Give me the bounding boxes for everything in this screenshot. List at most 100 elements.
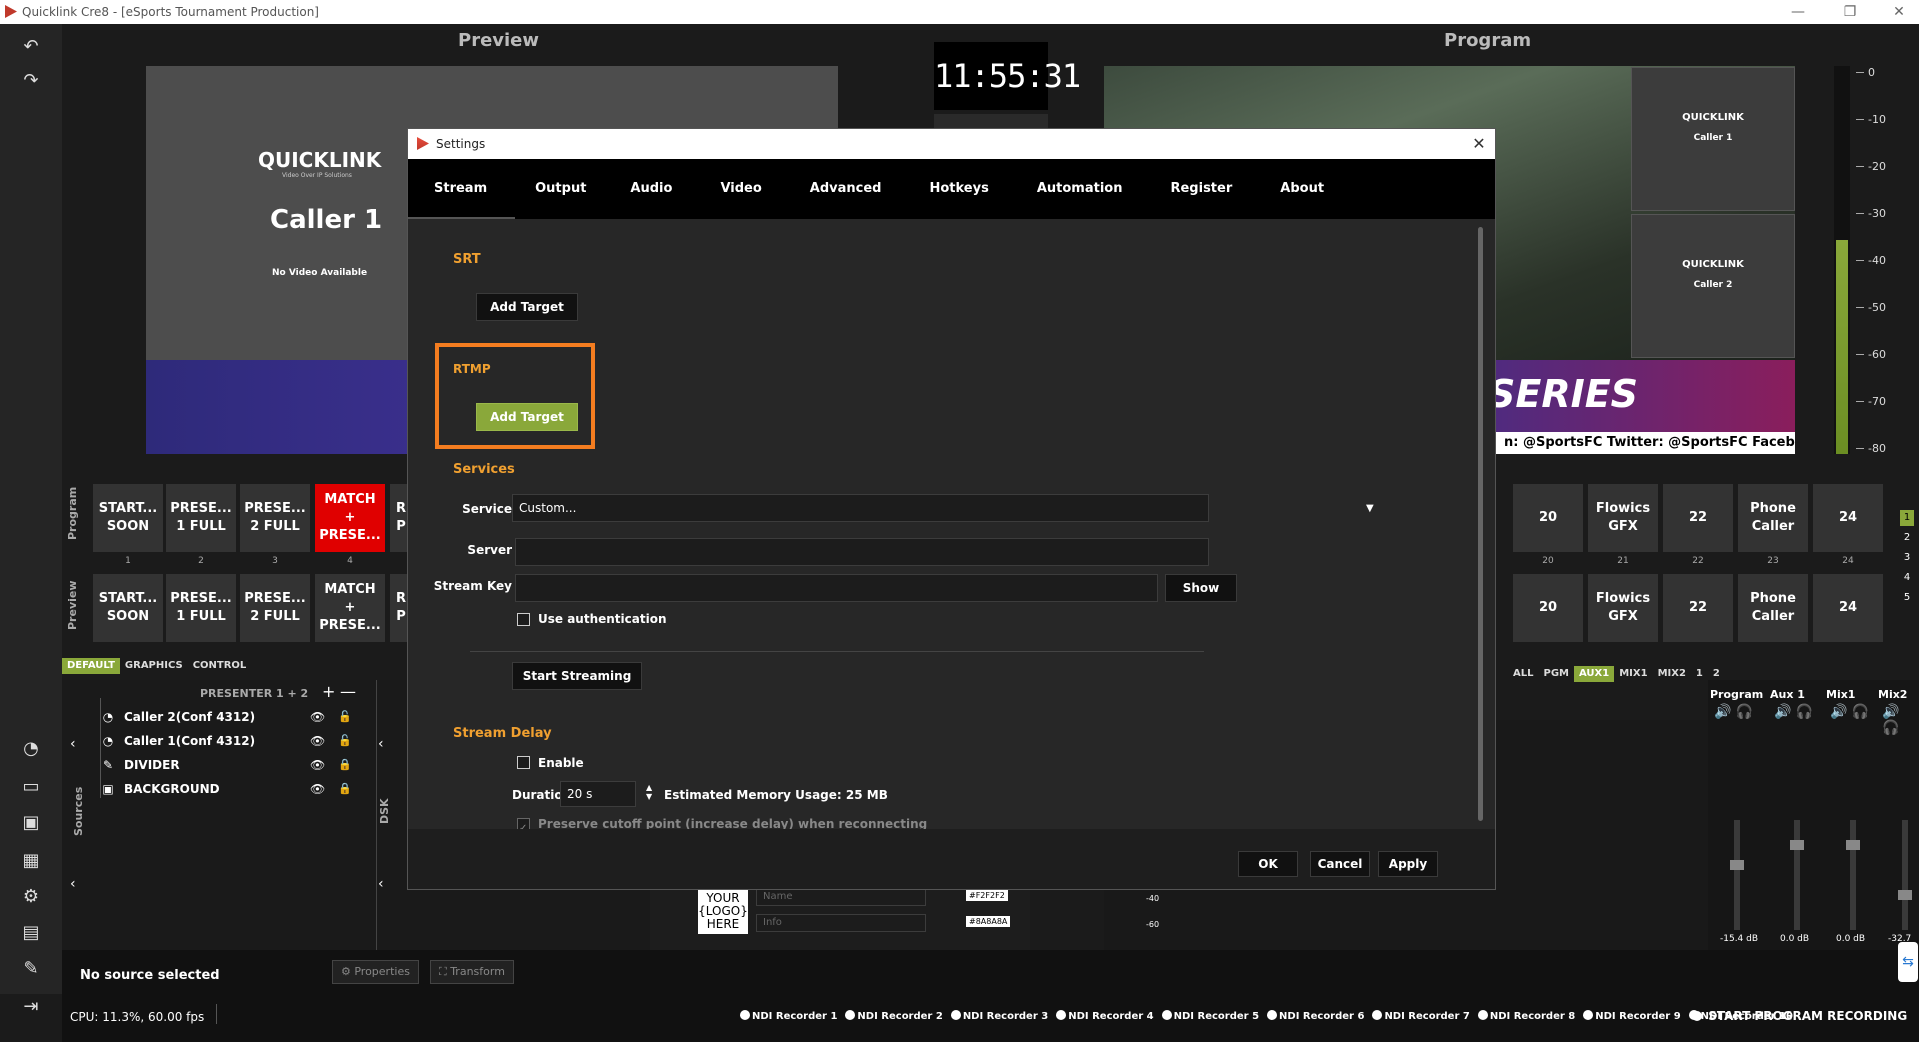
start-streaming-button[interactable]: Start Streaming <box>512 662 642 690</box>
service-select[interactable]: Custom... <box>512 494 1209 522</box>
ndi-recorder-toggle[interactable]: NDI Recorder 5 <box>1161 1010 1259 1022</box>
scene-button[interactable]: 20 <box>1513 484 1583 552</box>
eye-icon[interactable]: 👁 <box>310 734 325 748</box>
speaker-headphone-icon[interactable]: 🔊 🎧 <box>1882 704 1919 736</box>
layer-number[interactable]: 3 <box>1900 550 1914 566</box>
window-close-button[interactable]: ✕ <box>1879 0 1919 24</box>
unlock-icon[interactable]: 🔓 <box>338 710 352 723</box>
tab-mix1[interactable]: MIX1 <box>1614 666 1652 682</box>
start-recording-button[interactable]: START PROGRAM RECORDING <box>1692 1009 1907 1023</box>
scene-button[interactable]: Flowics GFX <box>1588 484 1658 552</box>
tab-output[interactable]: Output <box>515 159 606 219</box>
chevron-left-icon[interactable]: ‹ <box>70 736 76 752</box>
scene-button[interactable]: START... SOON <box>93 574 163 642</box>
scene-button[interactable]: MATCH + PRESE... <box>315 574 385 642</box>
volume-fader[interactable] <box>1902 820 1908 930</box>
tab-register[interactable]: Register <box>1146 159 1256 219</box>
gfx-info-input[interactable]: Info <box>756 914 926 932</box>
ndi-recorder-toggle[interactable]: NDI Recorder 6 <box>1267 1010 1364 1022</box>
tab-control[interactable]: CONTROL <box>188 658 252 674</box>
add-source-icon[interactable]: + <box>322 682 335 701</box>
restore-button[interactable]: ❐ <box>1830 0 1870 24</box>
tab-all[interactable]: ALL <box>1508 666 1538 682</box>
source-item[interactable]: ◔ Caller 2(Conf 4312) <box>100 706 255 728</box>
apply-button[interactable]: Apply <box>1378 851 1438 877</box>
eye-icon[interactable]: 👁 <box>310 758 325 772</box>
tab-aux1[interactable]: AUX1 <box>1573 666 1615 682</box>
color-swatch[interactable]: #8A8A8A <box>966 916 1011 927</box>
tab-default[interactable]: DEFAULT <box>62 658 120 674</box>
scene-button[interactable]: Flowics GFX <box>1588 574 1658 642</box>
quicklink-icon[interactable]: ◔ <box>18 736 44 762</box>
fader-knob[interactable] <box>1790 840 1804 850</box>
scene-button[interactable]: MATCH + PRESE... <box>315 484 385 552</box>
cancel-button[interactable]: Cancel <box>1310 851 1370 877</box>
properties-button[interactable]: ⚙ Properties <box>332 960 419 984</box>
duration-input[interactable]: 20 s <box>560 781 636 807</box>
srt-add-target-button[interactable]: Add Target <box>476 293 578 321</box>
grid-icon[interactable]: ▦ <box>18 848 44 874</box>
scene-button[interactable]: PRESE... 1 FULL <box>166 484 236 552</box>
tab-mix2[interactable]: MIX2 <box>1653 666 1691 682</box>
tools-icon[interactable]: ✎ <box>18 956 44 982</box>
eye-icon[interactable]: 👁 <box>310 710 325 724</box>
fader-knob[interactable] <box>1730 860 1744 870</box>
scene-button[interactable]: PRESE... 1 FULL <box>166 574 236 642</box>
enable-delay-checkbox[interactable] <box>517 756 530 769</box>
folder-icon[interactable]: ▤ <box>18 920 44 946</box>
layer-number[interactable]: 5 <box>1900 590 1914 606</box>
chevron-left-icon[interactable]: ‹ <box>378 736 384 752</box>
dialog-close-button[interactable]: ✕ <box>1468 133 1490 155</box>
scene-button[interactable]: START... SOON <box>93 484 163 552</box>
use-authentication-checkbox[interactable] <box>517 613 530 626</box>
ok-button[interactable]: OK <box>1238 851 1298 877</box>
volume-fader[interactable] <box>1850 820 1856 930</box>
remove-source-icon[interactable]: — <box>340 682 356 701</box>
unlock-icon[interactable]: 🔓 <box>338 734 352 747</box>
tab-automation[interactable]: Automation <box>1013 159 1147 219</box>
ndi-recorder-toggle[interactable]: NDI Recorder 7 <box>1372 1010 1470 1022</box>
teamviewer-icon[interactable]: ⇆ <box>1898 942 1918 982</box>
undo-icon[interactable]: ↶ <box>18 34 44 60</box>
stream-key-input[interactable] <box>515 574 1158 602</box>
tab-pgm[interactable]: PGM <box>1538 666 1574 682</box>
scene-button[interactable]: Phone Caller <box>1738 484 1808 552</box>
lock-icon[interactable]: 🔒 <box>338 758 352 771</box>
ndi-recorder-toggle[interactable]: NDI Recorder 9 <box>1583 1010 1681 1022</box>
source-item[interactable]: ◔ Caller 1(Conf 4312) <box>100 730 255 752</box>
layer-number[interactable]: 4 <box>1900 570 1914 586</box>
chevron-down-icon[interactable]: ▼ <box>1366 503 1374 514</box>
tab-advanced[interactable]: Advanced <box>786 159 906 219</box>
duration-spinner-icon[interactable]: ▲ ▼ <box>646 783 652 801</box>
display-icon[interactable]: ▣ <box>18 810 44 836</box>
fader-knob[interactable] <box>1846 840 1860 850</box>
monitor-icon[interactable]: ▭ <box>18 774 44 800</box>
tab-graphics[interactable]: GRAPHICS <box>120 658 188 674</box>
show-key-button[interactable]: Show <box>1165 574 1237 602</box>
tab-1[interactable]: 1 <box>1691 666 1708 682</box>
tab-hotkeys[interactable]: Hotkeys <box>905 159 1012 219</box>
chevron-left-icon[interactable]: ‹ <box>70 876 76 892</box>
ndi-recorder-toggle[interactable]: NDI Recorder 4 <box>1056 1010 1154 1022</box>
gfx-name-input[interactable]: Name <box>756 888 926 906</box>
ndi-recorder-toggle[interactable]: NDI Recorder 3 <box>950 1010 1048 1022</box>
speaker-headphone-icon[interactable]: 🔊 🎧 <box>1714 704 1753 720</box>
color-swatch[interactable]: #F2F2F2 <box>966 890 1008 901</box>
scene-button[interactable]: 22 <box>1663 574 1733 642</box>
scene-button[interactable]: PRESE... 2 FULL <box>240 484 310 552</box>
scene-button[interactable]: 22 <box>1663 484 1733 552</box>
ndi-recorder-toggle[interactable]: NDI Recorder 8 <box>1477 1010 1575 1022</box>
speaker-headphone-icon[interactable]: 🔊 🎧 <box>1830 704 1869 720</box>
tab-stream[interactable]: Stream <box>408 159 516 219</box>
layer-number[interactable]: 2 <box>1900 530 1914 546</box>
gear-icon[interactable]: ⚙ <box>18 884 44 910</box>
scene-button[interactable]: 24 <box>1813 484 1883 552</box>
scene-button[interactable]: PRESE... 2 FULL <box>240 574 310 642</box>
scene-button[interactable]: Phone Caller <box>1738 574 1808 642</box>
minimize-button[interactable]: — <box>1778 0 1818 24</box>
layer-number[interactable]: 1 <box>1900 510 1914 526</box>
redo-icon[interactable]: ↷ <box>18 68 44 94</box>
chevron-left-icon[interactable]: ‹ <box>378 876 384 892</box>
lock-icon[interactable]: 🔒 <box>338 782 352 795</box>
tab-video[interactable]: Video <box>696 159 785 219</box>
